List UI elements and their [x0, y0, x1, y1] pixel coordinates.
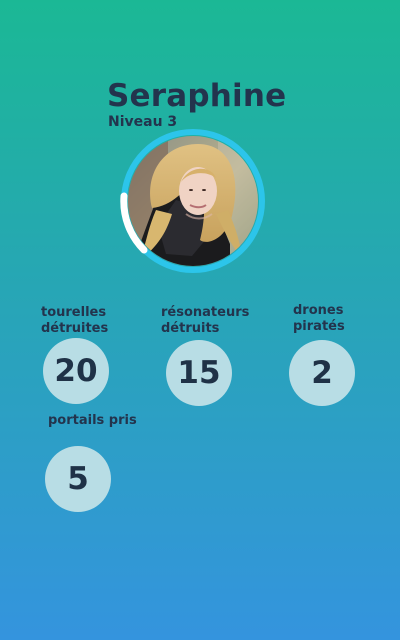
stat-value-circle: 15 — [166, 340, 232, 406]
stat-value-circle: 20 — [43, 338, 109, 404]
stat-label: tourelles détruites — [41, 305, 109, 336]
avatar-ring — [120, 128, 266, 274]
stat-value-circle: 2 — [289, 340, 355, 406]
stat-label: drones piratés — [293, 303, 345, 334]
player-name: Seraphine — [107, 78, 287, 114]
avatar-photo — [128, 136, 258, 266]
stat-value-circle: 5 — [45, 446, 111, 512]
avatar — [128, 136, 258, 266]
profile-header: Seraphine Niveau 3 — [0, 0, 400, 280]
stat-label: portails pris — [48, 413, 137, 428]
stat-label: résonateurs détruits — [161, 305, 250, 336]
